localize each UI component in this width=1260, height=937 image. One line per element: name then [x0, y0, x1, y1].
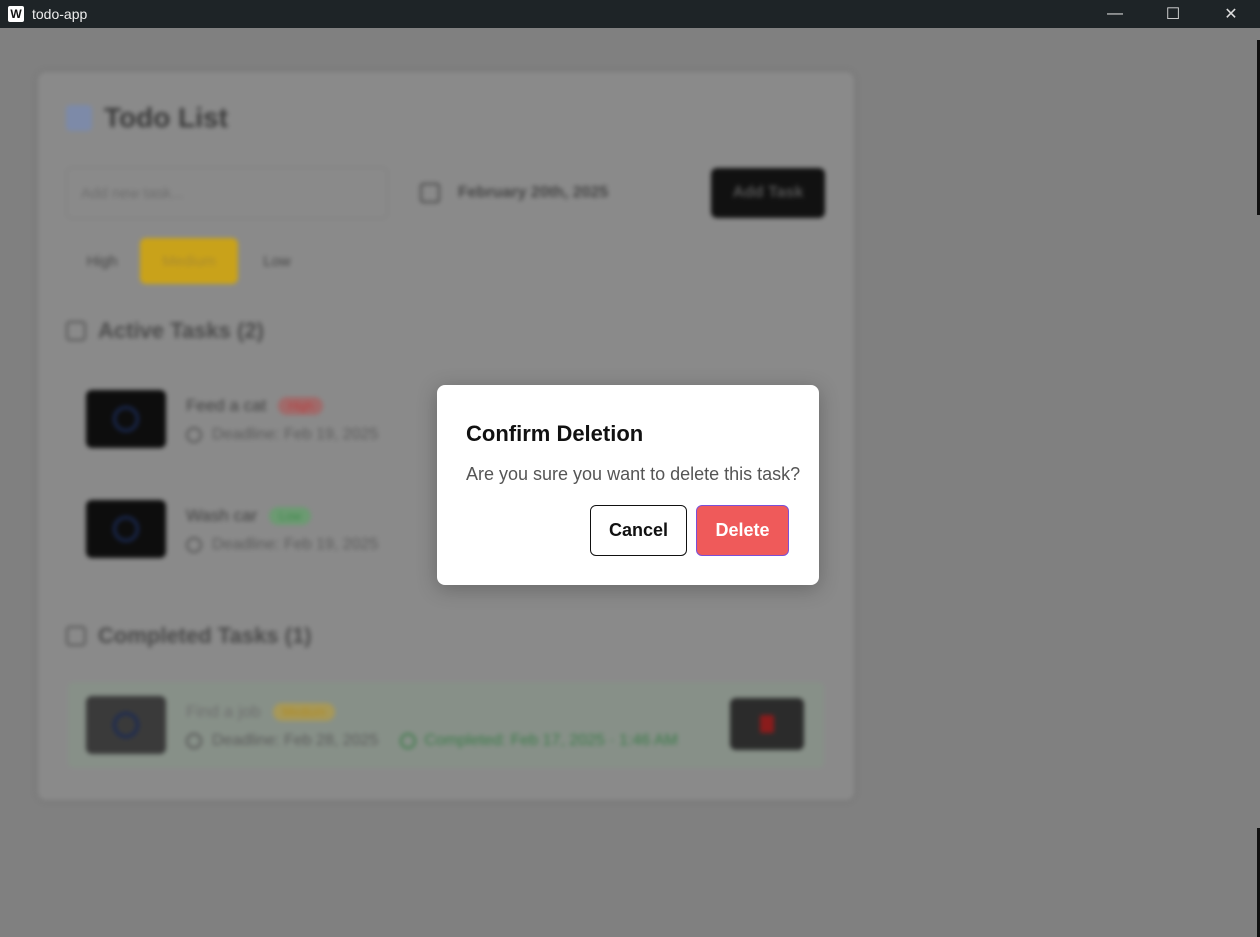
dialog-message: Are you sure you want to delete this tas…	[466, 464, 801, 484]
window-controls: — ☐ ✕	[1086, 0, 1260, 28]
clock-icon	[186, 733, 202, 749]
complete-toggle-button[interactable]	[86, 500, 166, 558]
delete-button[interactable]: Delete	[696, 505, 789, 556]
active-tasks-title: Active Tasks (2)	[98, 318, 264, 343]
clock-icon	[186, 537, 202, 553]
cancel-button[interactable]: Cancel	[590, 505, 687, 556]
task-title: Wash car	[186, 506, 258, 525]
completed-tasks-heading: Completed Tasks (1)	[66, 623, 312, 649]
window-title: todo-app	[32, 6, 88, 22]
confirm-delete-dialog: Confirm Deletion Are you sure you want t…	[437, 385, 819, 585]
calendar-icon	[420, 183, 440, 203]
add-task-button[interactable]: Add Task	[711, 168, 825, 218]
new-task-input[interactable]: Add new task...	[66, 167, 388, 219]
complete-toggle-button[interactable]	[86, 696, 166, 754]
priority-low-button[interactable]: Low	[246, 238, 308, 284]
completed-tasks-title: Completed Tasks (1)	[98, 623, 312, 648]
list-icon	[66, 105, 92, 131]
circle-icon	[113, 516, 139, 542]
title-bar: W todo-app — ☐ ✕	[0, 0, 1260, 28]
app-logo-icon: W	[8, 6, 24, 22]
task-deadline: Deadline: Feb 19, 2025	[212, 536, 379, 553]
close-button[interactable]: ✕	[1202, 0, 1260, 28]
priority-badge: Medium	[272, 703, 336, 721]
completed-task-item: Find a job Medium Deadline: Feb 28, 2025…	[68, 682, 824, 768]
circle-icon	[113, 406, 139, 432]
delete-task-button[interactable]	[730, 698, 804, 750]
maximize-button[interactable]: ☐	[1144, 0, 1202, 28]
active-tasks-heading: Active Tasks (2)	[66, 318, 264, 344]
task-deadline: Deadline: Feb 19, 2025	[212, 426, 379, 443]
deadline-date-picker[interactable]: February 20th, 2025	[410, 167, 700, 219]
completed-tasks-icon	[66, 626, 86, 646]
task-deadline: Deadline: Feb 28, 2025	[212, 732, 379, 749]
task-title: Feed a cat	[186, 396, 267, 415]
task-completed-at: Completed: Feb 17, 2025 · 1:46 AM	[424, 732, 678, 749]
complete-toggle-button[interactable]	[86, 390, 166, 448]
trash-icon	[760, 715, 774, 733]
priority-badge: Low	[269, 507, 312, 525]
date-value: February 20th, 2025	[458, 184, 609, 201]
page-title: Todo List	[66, 102, 228, 134]
check-circle-icon	[400, 733, 417, 749]
checkbox-icon	[113, 712, 139, 738]
minimize-button[interactable]: —	[1086, 0, 1144, 28]
priority-badge: High	[278, 397, 324, 415]
active-tasks-icon	[66, 321, 86, 341]
priority-medium-button[interactable]: Medium	[140, 238, 238, 284]
page-title-text: Todo List	[104, 102, 228, 133]
task-title: Find a job	[186, 702, 261, 721]
dialog-title: Confirm Deletion	[466, 421, 644, 446]
clock-icon	[186, 427, 202, 443]
priority-high-button[interactable]: High	[68, 238, 136, 284]
